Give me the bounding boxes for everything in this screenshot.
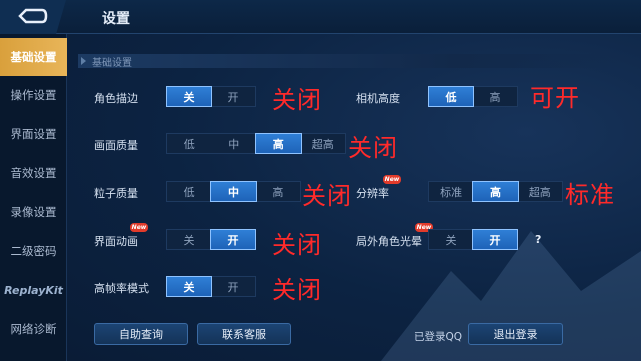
image-quality-mid[interactable]: 中 <box>212 134 257 153</box>
annotation-camera-height: 可开 <box>530 84 580 112</box>
annotation-ui-animation: 关闭 <box>272 231 322 259</box>
role-outline-on[interactable]: 开 <box>211 87 255 106</box>
high-fps-toggle[interactable]: 关 开 <box>166 276 256 297</box>
camera-height-toggle[interactable]: 低 高 <box>428 86 518 107</box>
top-bar: 设置 <box>0 0 641 34</box>
particle-quality-low[interactable]: 低 <box>167 182 211 201</box>
page-title: 设置 <box>102 11 130 27</box>
section-header: 基础设置 <box>78 54 618 69</box>
sidebar-item-sound[interactable]: 音效设置 <box>0 154 67 192</box>
ui-animation-toggle[interactable]: 关 开 <box>166 229 256 250</box>
help-icon[interactable]: ? <box>535 233 541 246</box>
new-badge: New <box>383 175 401 184</box>
sidebar-item-recording[interactable]: 录像设置 <box>0 193 67 231</box>
particle-quality-mid[interactable]: 中 <box>210 181 257 202</box>
image-quality-low[interactable]: 低 <box>167 134 212 153</box>
high-fps-on[interactable]: 开 <box>211 277 255 296</box>
role-outline-toggle[interactable]: 关 开 <box>166 86 256 107</box>
contact-support-button[interactable]: 联系客服 <box>197 323 291 345</box>
sidebar-item-replaykit[interactable]: ReplayKit <box>0 271 67 309</box>
particle-quality-selector[interactable]: 低 中 高 <box>166 181 301 202</box>
self-help-button[interactable]: 自助查询 <box>94 323 188 345</box>
resolution-standard[interactable]: 标准 <box>429 182 473 201</box>
role-outline-off[interactable]: 关 <box>166 86 212 107</box>
annotation-resolution: 标准 <box>565 181 615 209</box>
annotation-high-fps: 关闭 <box>272 276 322 304</box>
ui-animation-label: 界面动画 <box>94 235 138 248</box>
high-fps-off[interactable]: 关 <box>166 276 212 297</box>
section-title: 基础设置 <box>92 58 132 69</box>
annotation-particle-quality: 关闭 <box>302 182 352 210</box>
sidebar-item-network[interactable]: 网络诊断 <box>0 310 67 348</box>
resolution-label: 分辨率 <box>356 187 389 200</box>
high-fps-label: 高帧率模式 <box>94 282 149 295</box>
outside-glow-off[interactable]: 关 <box>429 230 473 249</box>
sidebar: 基础设置 操作设置 界面设置 音效设置 录像设置 二级密码 ReplayKit … <box>0 34 67 361</box>
image-quality-ultra[interactable]: 超高 <box>301 134 346 153</box>
sidebar-item-controls[interactable]: 操作设置 <box>0 76 67 114</box>
role-outline-label: 角色描边 <box>94 92 138 105</box>
ui-animation-off[interactable]: 关 <box>167 230 211 249</box>
logout-button[interactable]: 退出登录 <box>468 323 563 345</box>
sidebar-item-interface[interactable]: 界面设置 <box>0 115 67 153</box>
camera-height-high[interactable]: 高 <box>473 87 517 106</box>
annotation-role-outline: 关闭 <box>272 86 322 114</box>
resolution-high[interactable]: 高 <box>472 181 519 202</box>
sidebar-item-password[interactable]: 二级密码 <box>0 232 67 270</box>
back-button[interactable] <box>0 0 66 34</box>
outside-glow-on[interactable]: 开 <box>472 229 518 250</box>
outside-glow-label: 局外角色光晕 <box>356 235 422 248</box>
outside-glow-toggle[interactable]: 关 开 <box>428 229 518 250</box>
resolution-selector[interactable]: 标准 高 超高 <box>428 181 563 202</box>
login-status: 已登录QQ <box>414 331 463 343</box>
sidebar-item-basic[interactable]: 基础设置 <box>0 38 67 76</box>
new-badge: New <box>130 223 148 232</box>
camera-height-label: 相机高度 <box>356 92 400 105</box>
particle-quality-label: 粒子质量 <box>94 187 138 200</box>
image-quality-selector[interactable]: 低 中 高 超高 <box>166 133 346 154</box>
particle-quality-high[interactable]: 高 <box>256 182 300 201</box>
image-quality-label: 画面质量 <box>94 139 138 152</box>
resolution-ultra[interactable]: 超高 <box>518 182 562 201</box>
ui-animation-on[interactable]: 开 <box>210 229 256 250</box>
image-quality-high[interactable]: 高 <box>255 133 302 154</box>
camera-height-low[interactable]: 低 <box>428 86 474 107</box>
annotation-image-quality: 关闭 <box>348 134 398 162</box>
